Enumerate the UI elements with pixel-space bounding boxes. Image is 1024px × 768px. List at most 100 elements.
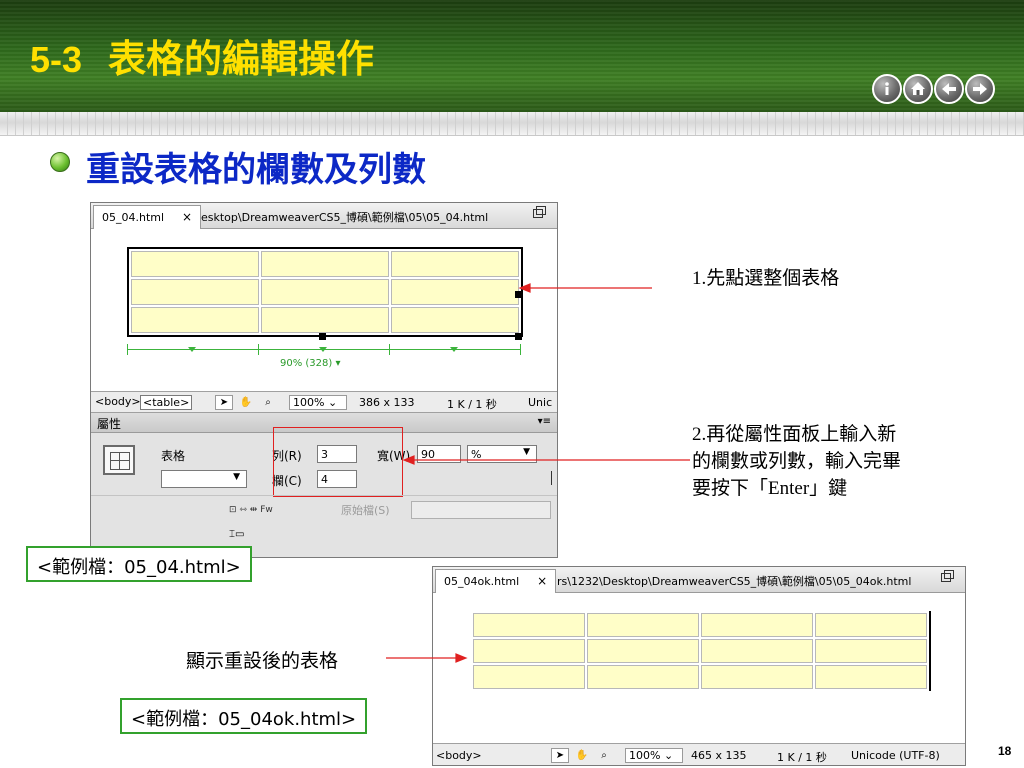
zoom-value: 100%	[629, 749, 661, 762]
table-cell[interactable]	[473, 613, 585, 637]
table-cell[interactable]	[701, 639, 813, 663]
width-unit-value: %	[471, 448, 482, 461]
format-table-icon[interactable]: ⌶▭	[229, 529, 244, 540]
status-bar: <body> ➤ ✋ ⌕ 100% ⌄ 465 x 135 1 K / 1 秒 …	[433, 743, 965, 765]
document-tab-label: 05_04.html	[102, 211, 165, 224]
highlight-box	[273, 427, 403, 497]
tag-selector-body[interactable]: <body>	[93, 395, 143, 408]
source-file-input[interactable]	[411, 501, 551, 519]
close-icon[interactable]: ×	[182, 210, 192, 224]
tag-selector-table[interactable]: <table>	[140, 395, 193, 410]
document-tab[interactable]: 05_04ok.html ×	[435, 569, 557, 593]
zoom-tool-icon[interactable]: ⌕	[595, 748, 613, 763]
forward-icon[interactable]	[965, 74, 995, 104]
nav-buttons	[872, 74, 995, 104]
table-cell[interactable]	[131, 307, 259, 333]
table-row	[131, 279, 519, 305]
table-tool-icons[interactable]: ⊡ ⇿ ⇹ Fw	[229, 505, 273, 515]
hand-tool-icon[interactable]: ✋	[573, 748, 591, 763]
table-cell[interactable]	[131, 251, 259, 277]
table-cell[interactable]	[473, 639, 585, 663]
document-tab-bar: 05_04.html × esktop\DreamweaverCS5_博碩\範例檔…	[91, 203, 557, 229]
step2-note: 2.再從屬性面板上輸入新 的欄數或列數，輸入完畢 要按下「Enter」鍵	[692, 421, 901, 502]
table-width-guide: 90% (328) ▾	[127, 341, 521, 371]
properties-panel-title: 屬性	[97, 417, 122, 431]
document-tab[interactable]: 05_04.html ×	[93, 205, 202, 229]
zoom-select[interactable]: 100% ⌄	[625, 748, 683, 763]
restore-window-icon[interactable]	[533, 206, 546, 218]
width-guide-tick	[389, 344, 390, 355]
slide-title: 5-3 表格的編輯操作	[30, 28, 374, 83]
example-file-label: <範例檔：05_04.html>	[26, 546, 252, 582]
window-size[interactable]: 386 x 133	[359, 396, 415, 409]
table-cell[interactable]	[391, 279, 519, 305]
bullet-icon	[50, 152, 70, 172]
table-cell[interactable]	[473, 665, 585, 689]
window-size[interactable]: 465 x 135	[691, 749, 747, 762]
table-cell[interactable]	[815, 639, 927, 663]
table-cell[interactable]	[261, 307, 389, 333]
table-cell[interactable]	[701, 613, 813, 637]
width-guide-tick	[127, 344, 128, 355]
document-path: rs\1232\Desktop\DreamweaverCS5_博碩\範例檔\05…	[557, 575, 912, 588]
width-input[interactable]: 90	[417, 445, 461, 463]
properties-panel: 表格 ▼ 列(R) 3 欄(C) 4 寬(W) 90 % ▼ ⊡ ⇿ ⇹ Fw 原…	[91, 427, 557, 557]
tag-selector-body[interactable]: <body>	[436, 749, 482, 762]
document-tab-bar: 05_04ok.html × rs\1232\Desktop\Dreamweave…	[433, 567, 965, 593]
table-cell[interactable]	[815, 613, 927, 637]
slide-header: 5-3 表格的編輯操作	[0, 0, 1024, 112]
select-tool-icon[interactable]: ➤	[215, 395, 233, 410]
table-row	[473, 639, 927, 663]
header-strip	[0, 112, 1024, 136]
back-icon[interactable]	[934, 74, 964, 104]
column-dropdown-icon[interactable]	[450, 347, 458, 352]
design-view: 90% (328) ▾	[91, 229, 557, 391]
table-cell[interactable]	[391, 251, 519, 277]
encoding: Unicode (UTF-8)	[851, 749, 940, 762]
dropdown-arrow-icon: ▼	[233, 472, 240, 482]
table-cell[interactable]	[701, 665, 813, 689]
panel-divider	[551, 471, 552, 485]
step2-line: 的欄數或列數，輸入完畢	[692, 451, 902, 472]
column-dropdown-icon[interactable]	[188, 347, 196, 352]
close-icon[interactable]: ×	[537, 574, 547, 588]
width-guide-tick	[520, 344, 521, 355]
result-table[interactable]	[471, 611, 931, 691]
resize-handle-corner[interactable]	[515, 333, 522, 340]
home-icon[interactable]	[903, 74, 933, 104]
table-width-label[interactable]: 90% (328) ▾	[277, 358, 344, 369]
hand-tool-icon[interactable]: ✋	[237, 395, 255, 410]
table-row	[473, 665, 927, 689]
restore-window-icon[interactable]	[941, 570, 954, 582]
download-info: 1 K / 1 秒	[447, 398, 497, 411]
page-number: 18	[998, 744, 1012, 758]
table-cell[interactable]	[587, 665, 699, 689]
table-row	[131, 307, 519, 333]
panel-menu-icon[interactable]: ▾≡	[538, 416, 551, 427]
table-cell[interactable]	[587, 613, 699, 637]
width-unit-select[interactable]: % ▼	[467, 445, 537, 463]
step2-line: 2.再從屬性面板上輸入新	[692, 424, 897, 445]
table-cell[interactable]	[815, 665, 927, 689]
table-cell[interactable]	[261, 251, 389, 277]
document-path: esktop\DreamweaverCS5_博碩\範例檔\05\05_04.ht…	[201, 211, 489, 224]
source-file-label: 原始檔(S)	[341, 504, 390, 517]
zoom-tool-icon[interactable]: ⌕	[259, 395, 277, 410]
selected-table[interactable]	[127, 247, 523, 337]
slide-heading: 重設表格的欄數及列數	[86, 150, 426, 190]
table-label: 表格	[161, 449, 186, 463]
zoom-select[interactable]: 100% ⌄	[289, 395, 347, 410]
table-cell[interactable]	[391, 307, 519, 333]
table-row	[131, 251, 519, 277]
table-id-select[interactable]: ▼	[161, 470, 247, 488]
table-cell[interactable]	[587, 639, 699, 663]
table-cell[interactable]	[261, 279, 389, 305]
table-cell[interactable]	[131, 279, 259, 305]
column-dropdown-icon[interactable]	[319, 347, 327, 352]
info-icon[interactable]	[872, 74, 902, 104]
panel-separator	[91, 495, 557, 496]
step2-line: 要按下「Enter」鍵	[692, 478, 848, 499]
resize-handle-right[interactable]	[515, 291, 522, 298]
select-tool-icon[interactable]: ➤	[551, 748, 569, 763]
resize-handle-bottom[interactable]	[319, 333, 326, 340]
